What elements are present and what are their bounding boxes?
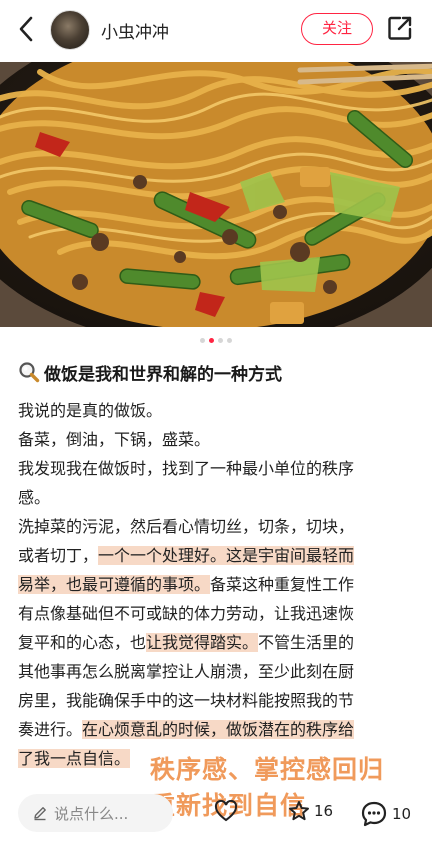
post-title: 做饭是我和世界和解的一种方式 [44,364,282,385]
highlighted-text: 一个一个处理好。这是宇宙间最轻而 [98,546,355,565]
post-body-line: 奏进行。在心烦意乱的时候，做饭潜在的秩序给 [18,715,418,744]
carousel-indicator [0,338,432,343]
body-text-segment: 我发现我在做饭时，找到了一种最小单位的秩序 [18,459,355,478]
highlighted-text: 了我一点自信。 [18,749,131,768]
back-arrow-icon[interactable] [14,14,40,44]
author-name[interactable]: 小虫冲冲 [101,18,169,43]
post-body-line: 我发现我在做饭时，找到了一种最小单位的秩序 [18,454,418,483]
avatar[interactable] [50,10,90,50]
body-text-segment: 不管生活里的 [258,633,355,652]
carousel-dot [227,338,232,343]
body-text-segment: 奏进行。 [18,720,83,739]
body-text-segment: 复平和的心态，也 [18,633,147,652]
post-body-line: 易举，也最可遵循的事项。备菜这种重复性工作 [18,570,418,599]
highlighted-text: 在心烦意乱的时候，做饭潜在的秩序给 [82,720,355,739]
body-text-segment: 感。 [18,488,51,507]
post-body-line: 其他事再怎么脱离掌控让人崩溃，至少此刻在厨 [18,657,418,686]
like-button[interactable] [214,800,242,822]
post-body: 我说的是真的做饭。备菜，倒油，下锅，盛菜。我发现我在做饭时，找到了一种最小单位的… [18,396,418,773]
noodle-dish-image [0,62,432,327]
collect-count: 16 [314,802,334,820]
post-title-row: 做饭是我和世界和解的一种方式 [18,360,282,385]
body-text-segment: 我说的是真的做饭。 [18,401,163,420]
post-body-line: 房里，我能确保手中的这一块材料能按照我的节 [18,686,418,715]
post-body-line: 我说的是真的做饭。 [18,396,418,425]
post-body-line: 或者切丁，一个一个处理好。这是宇宙间最轻而 [18,541,418,570]
body-text-segment: 其他事再怎么脱离掌控让人崩溃，至少此刻在厨 [18,662,355,681]
carousel-dot [200,338,205,343]
post-body-line: 洗掉菜的污泥，然后看心情切丝，切条，切块， [18,512,418,541]
top-bar: 小虫冲冲 关注 [0,0,432,60]
pencil-icon [34,807,46,821]
bottom-action-bar: 说点什么... 16 10 [0,782,432,857]
body-text-segment: 备菜，倒油，下锅，盛菜。 [18,430,211,449]
star-icon [289,801,309,821]
body-text-segment: 房里，我能确保手中的这一块材料能按照我的节 [18,691,355,710]
magnifier-emoji-icon [19,362,40,383]
comment-placeholder: 说点什么... [54,804,129,823]
highlighted-text: 让我觉得踏实。 [146,633,259,652]
carousel-dot [218,338,223,343]
follow-button[interactable]: 关注 [301,13,373,45]
carousel-dot [209,338,214,343]
comment-bubble-icon [361,801,387,827]
comment-button[interactable]: 10 [360,800,411,828]
highlighted-text: 易举，也最可遵循的事项。 [18,575,211,594]
collect-button[interactable]: 16 [288,800,333,822]
post-image[interactable] [0,62,432,327]
post-body-line: 有点像基础但不可或缺的体力劳动，让我迅速恢 [18,599,418,628]
share-icon[interactable] [387,15,413,41]
body-text-segment: 备菜这种重复性工作 [210,575,355,594]
post-body-line: 感。 [18,483,418,512]
body-text-segment: 有点像基础但不可或缺的体力劳动，让我迅速恢 [18,604,355,623]
post-body-line: 复平和的心态，也让我觉得踏实。不管生活里的 [18,628,418,657]
comment-count: 10 [392,805,412,823]
body-text-segment: 洗掉菜的污泥，然后看心情切丝，切条，切块， [18,517,355,536]
comment-input[interactable]: 说点什么... [18,794,173,832]
heart-icon [214,800,238,822]
post-body-line: 备菜，倒油，下锅，盛菜。 [18,425,418,454]
body-text-segment: 或者切丁， [18,546,99,565]
